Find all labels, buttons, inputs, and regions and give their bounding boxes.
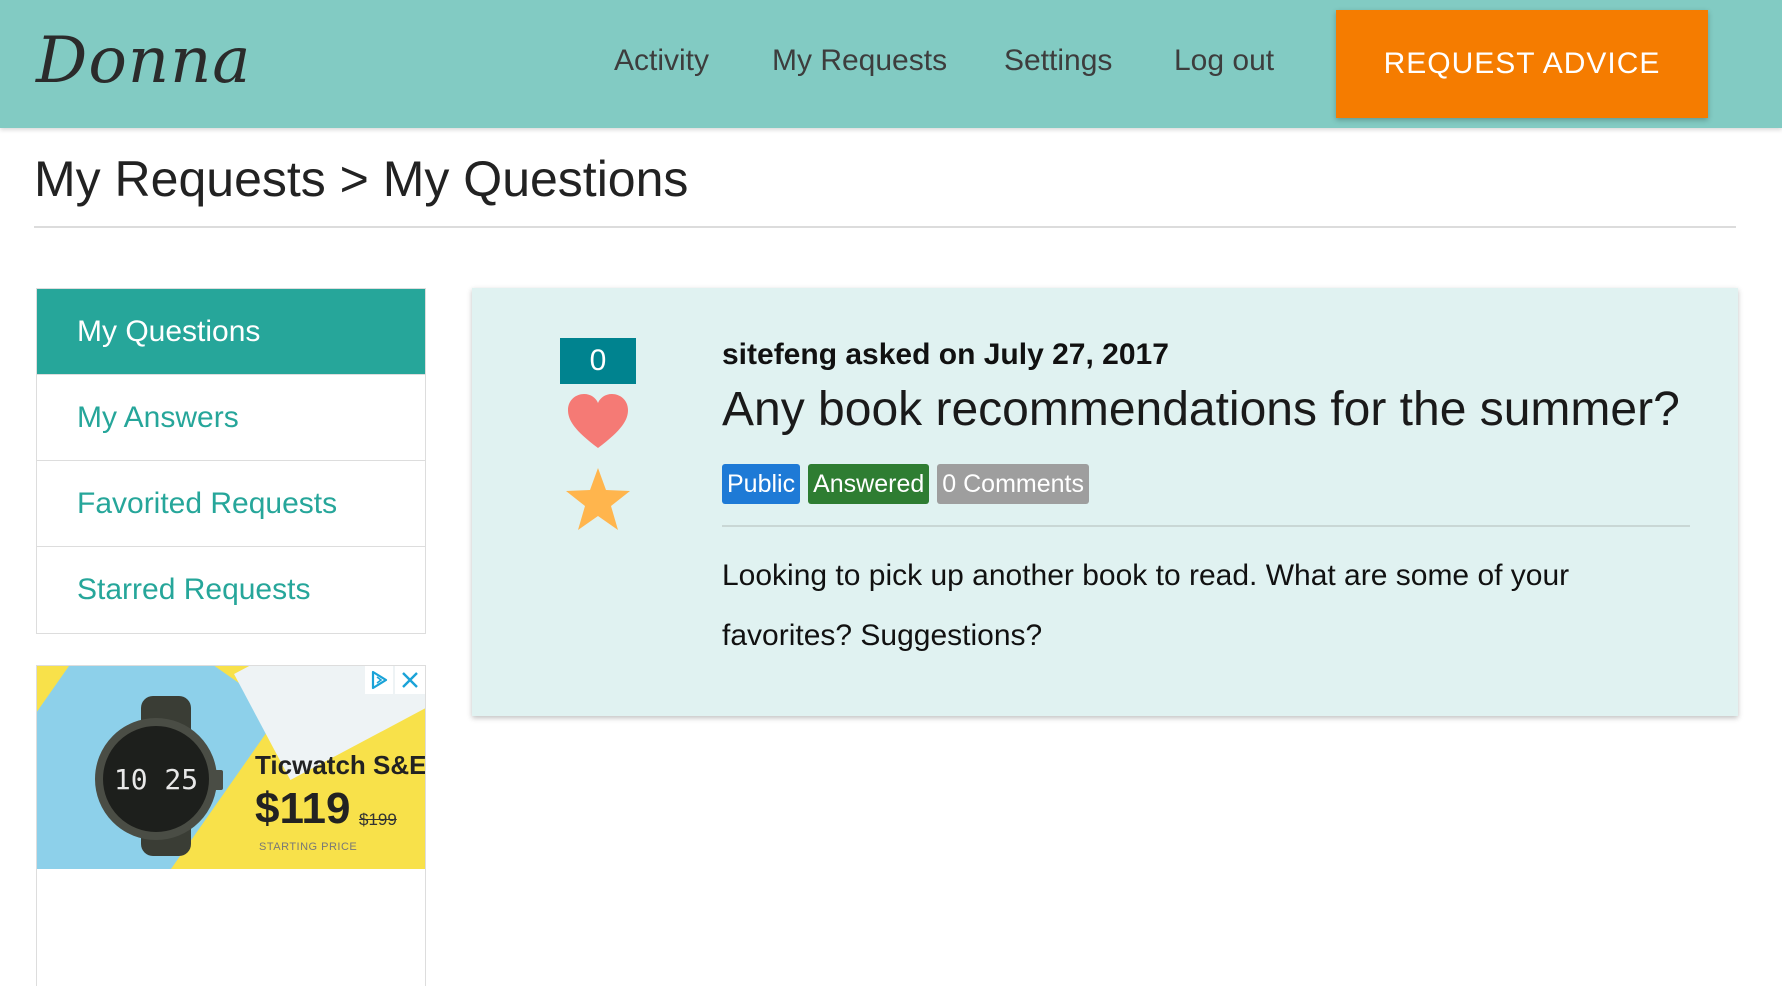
- question-title[interactable]: Any book recommendations for the summer?: [722, 382, 1680, 437]
- adchoices-icon[interactable]: [365, 666, 393, 694]
- nav-logout-link[interactable]: Log out: [1174, 44, 1274, 78]
- sidebar-item-my-answers[interactable]: My Answers: [37, 375, 425, 461]
- ad-product-name: Ticwatch S&E: [255, 750, 425, 780]
- watch-crown: [213, 770, 223, 790]
- heart-icon[interactable]: [566, 392, 630, 457]
- tag-list: Public Answered 0 Comments: [722, 464, 1089, 504]
- nav-activity-link[interactable]: Activity: [614, 44, 709, 78]
- sidebar-menu: My Questions My Answers Favorited Reques…: [36, 288, 426, 634]
- vote-count-badge: 0: [560, 338, 636, 384]
- answered-badge: Answered: [808, 464, 930, 504]
- page-title: My Requests > My Questions: [34, 151, 689, 207]
- question-card: 0 sitefeng asked on July 27, 2017 Any bo…: [472, 288, 1738, 716]
- request-advice-button[interactable]: REQUEST ADVICE: [1336, 10, 1708, 118]
- ad-banner[interactable]: 10 25 Ticwatch S&E $119 $199 STARTING PR…: [37, 666, 425, 869]
- comments-badge[interactable]: 0 Comments: [937, 464, 1089, 504]
- ad-old-price: $199: [359, 810, 397, 829]
- question-meta: sitefeng asked on July 27, 2017: [722, 338, 1169, 371]
- sidebar-item-favorited-requests[interactable]: Favorited Requests: [37, 461, 425, 547]
- ad-container: 10 25 Ticwatch S&E $119 $199 STARTING PR…: [36, 665, 426, 986]
- close-icon[interactable]: [395, 666, 425, 694]
- nav-settings-link[interactable]: Settings: [1004, 44, 1112, 78]
- watch-face: 10 25: [95, 718, 217, 840]
- top-navbar: Donna Activity My Requests Settings Log …: [0, 0, 1782, 128]
- sidebar-item-starred-requests[interactable]: Starred Requests: [37, 547, 425, 633]
- star-icon[interactable]: [564, 466, 632, 537]
- card-divider: [722, 525, 1690, 527]
- sidebar-item-my-questions[interactable]: My Questions: [37, 289, 425, 375]
- question-body: Looking to pick up another book to read.…: [722, 559, 1570, 652]
- ad-price: $119: [255, 784, 351, 833]
- title-divider: [34, 226, 1736, 228]
- public-badge: Public: [722, 464, 801, 504]
- brand-logo[interactable]: Donna: [36, 24, 251, 98]
- ad-caption: STARTING PRICE: [259, 841, 358, 853]
- nav-my-requests-link[interactable]: My Requests: [772, 44, 947, 78]
